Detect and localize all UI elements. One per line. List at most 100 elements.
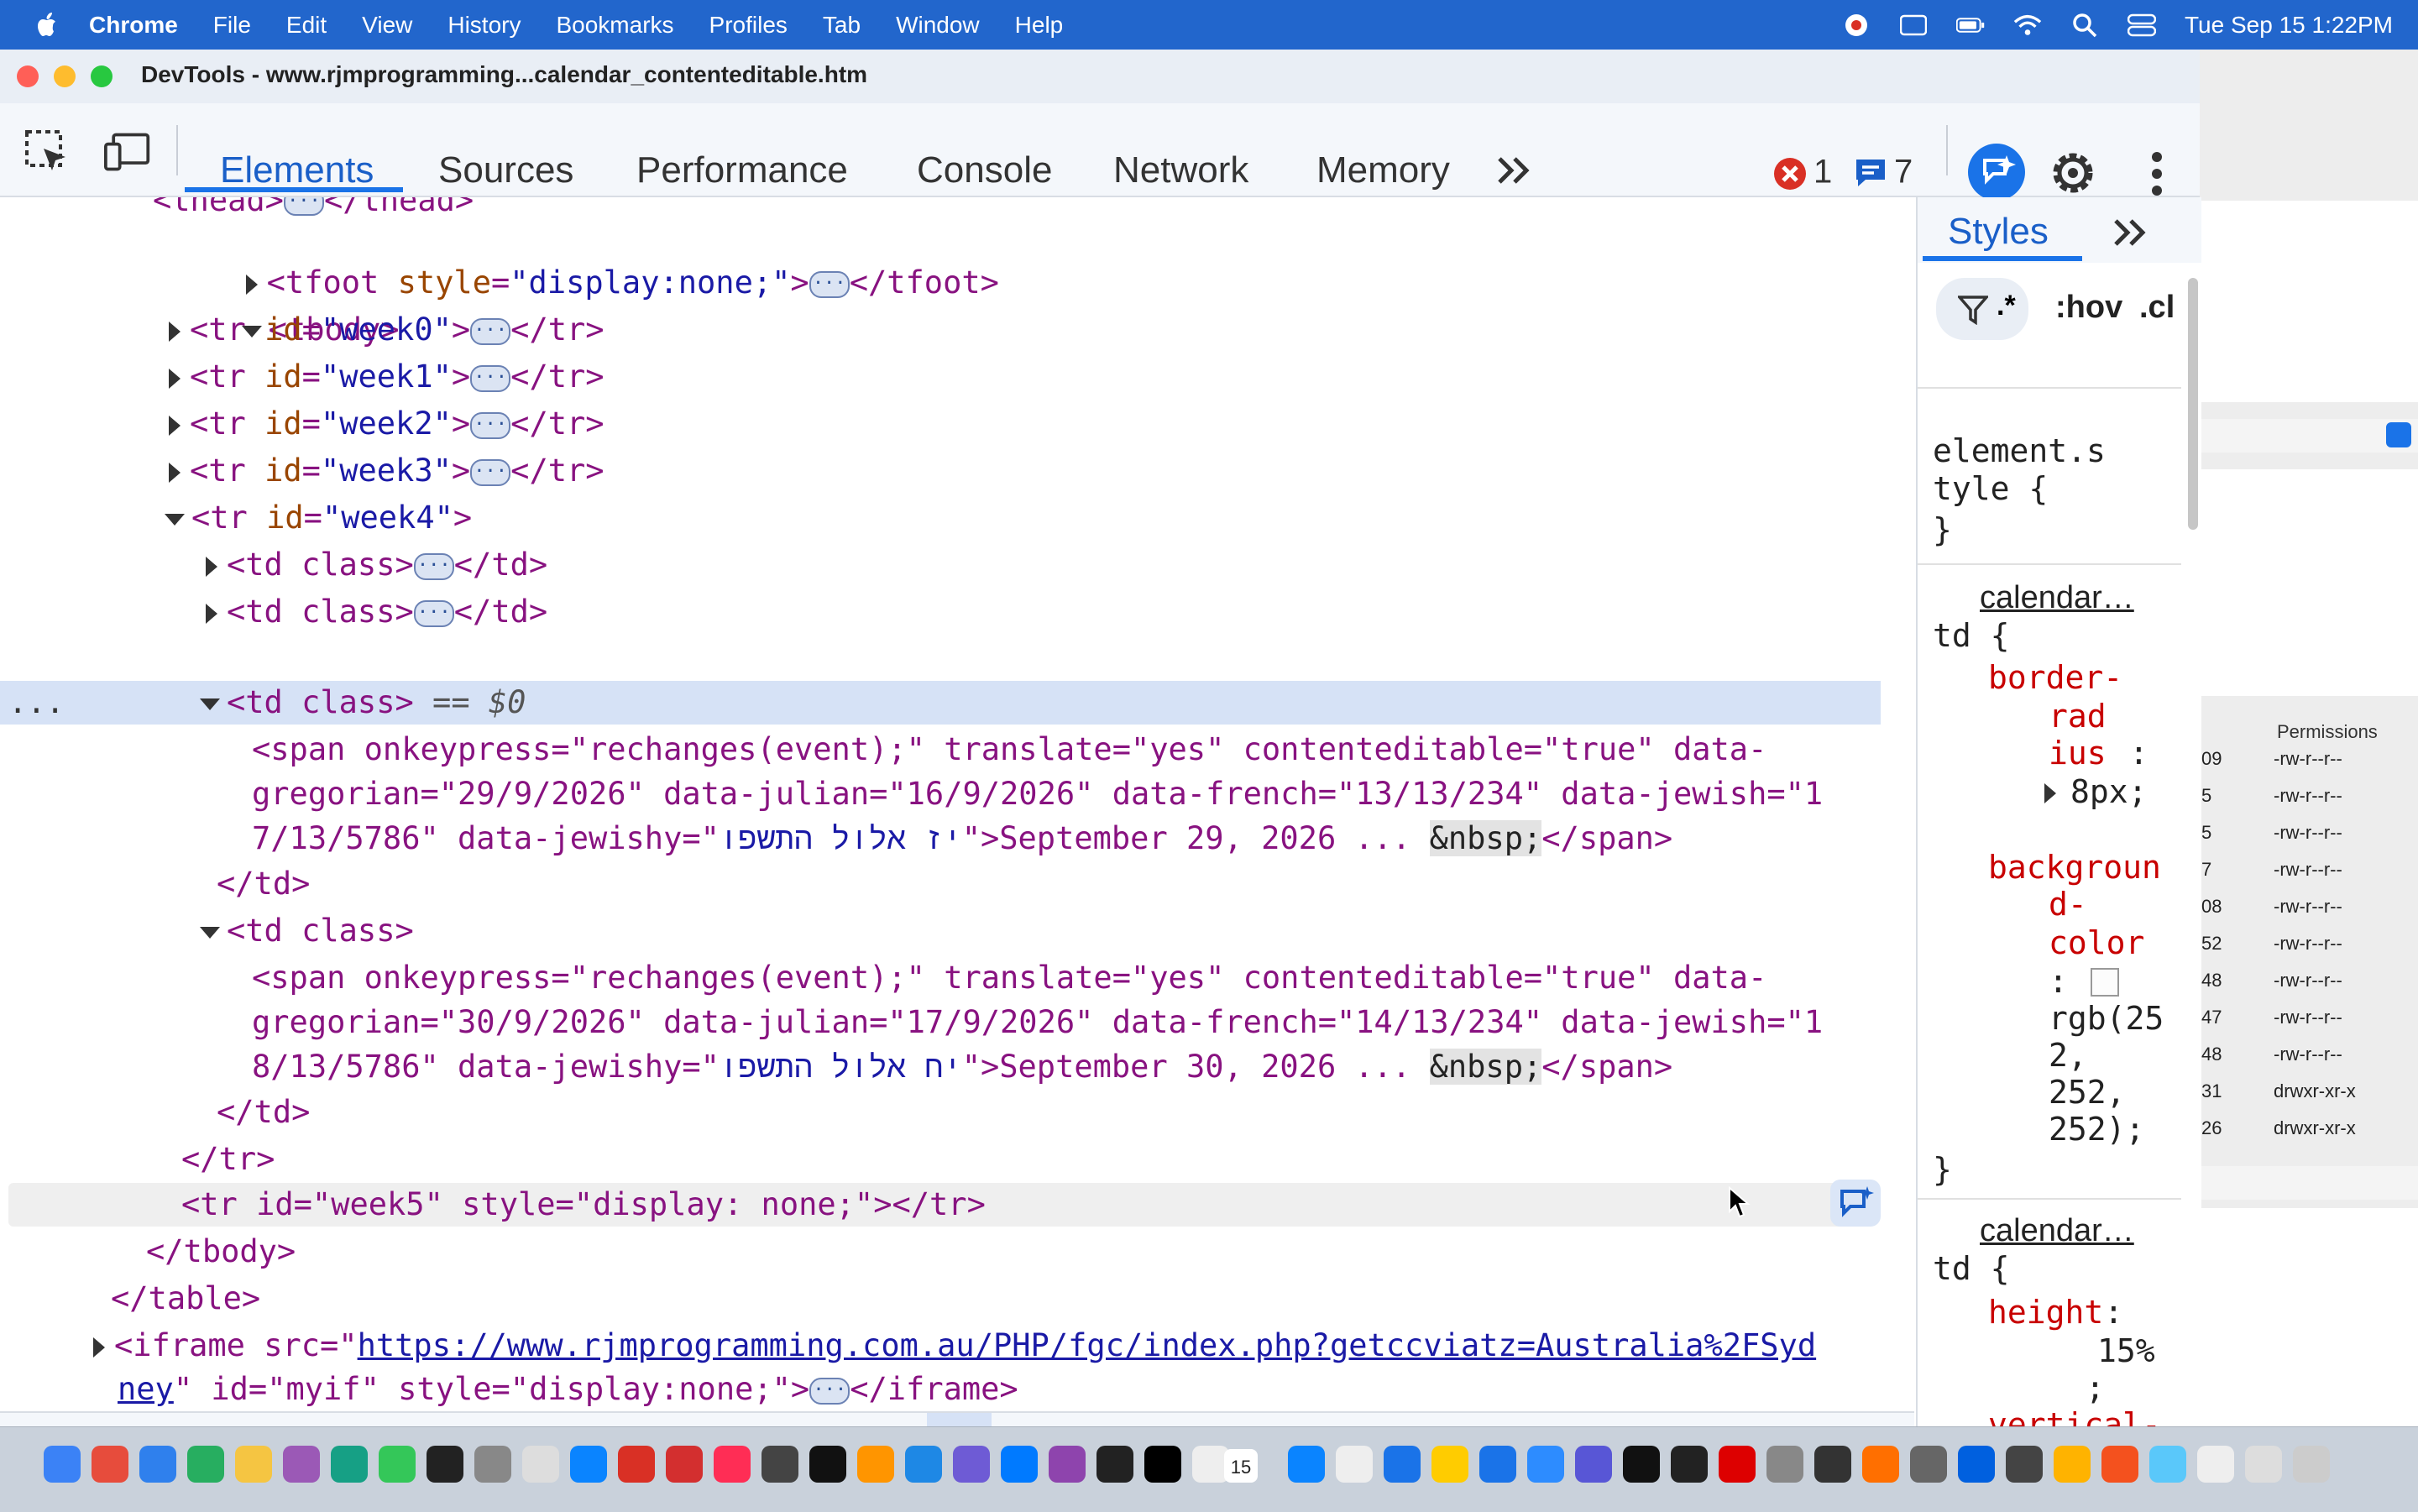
menu-app-chrome[interactable]: Chrome	[89, 12, 178, 39]
ask-ai-floating-icon[interactable]	[1830, 1180, 1881, 1227]
dock-app-icon[interactable]	[2054, 1446, 2091, 1483]
tab-memory[interactable]: Memory	[1316, 149, 1450, 191]
dock-app-icon[interactable]	[1431, 1446, 1468, 1483]
permissions-row[interactable]: 48 -rw-r--r--	[2200, 970, 2418, 1007]
node-actions-dots[interactable]: ...	[8, 679, 65, 726]
tree-line-week4[interactable]: <tr id="week4">	[163, 494, 472, 541]
dock-app-icon[interactable]	[1623, 1446, 1660, 1483]
more-panes-chevron-icon[interactable]	[2111, 216, 2151, 249]
ai-assistance-icon[interactable]	[1968, 144, 2025, 201]
spotlight-search-icon[interactable]	[2070, 13, 2099, 38]
dropdown-chevron-icon[interactable]	[2386, 422, 2411, 447]
prop-border-radius[interactable]: rad	[2049, 698, 2107, 735]
tree-line-td-2[interactable]: <td class> ··· </td>	[203, 589, 547, 636]
dock-app-icon[interactable]	[44, 1446, 81, 1483]
dock-app-icon[interactable]	[1958, 1446, 1995, 1483]
dock-app-icon[interactable]	[1096, 1446, 1133, 1483]
dock-app-icon[interactable]	[905, 1446, 942, 1483]
collapsed-ellipsis[interactable]: ···	[470, 411, 511, 439]
dock-app-icon[interactable]	[474, 1446, 511, 1483]
value-background-color[interactable]: rgb(25	[2049, 1000, 2164, 1037]
expand-triangle-icon[interactable]	[166, 461, 183, 484]
element-style-selector[interactable]: element.s	[1933, 432, 2106, 469]
dock-app-icon[interactable]	[2245, 1446, 2282, 1483]
dock-app-icon[interactable]	[235, 1446, 272, 1483]
collapsed-ellipsis[interactable]: ···	[470, 458, 511, 486]
tab-network[interactable]: Network	[1113, 149, 1248, 191]
rule2-source-link[interactable]: calendar…	[1980, 1213, 2134, 1249]
error-count[interactable]: 1	[1814, 154, 1832, 191]
tree-line-tbody-close[interactable]: </tbody>	[146, 1228, 296, 1275]
element-style-selector[interactable]: tyle {	[1933, 470, 2048, 507]
dock-app-icon[interactable]	[809, 1446, 846, 1483]
dock-app-icon[interactable]	[283, 1446, 320, 1483]
tree-line-tbody[interactable]: <tbody>	[128, 259, 400, 348]
permissions-row[interactable]: 52 -rw-r--r--	[2200, 933, 2418, 970]
dock-app-icon[interactable]	[1336, 1446, 1373, 1483]
dock-app-icon[interactable]	[1719, 1446, 1756, 1483]
dock-app-icon[interactable]	[92, 1446, 128, 1483]
value-background-color[interactable]: 252);	[2049, 1111, 2144, 1148]
dock-app-icon[interactable]	[2293, 1446, 2330, 1483]
dock-app-icon[interactable]	[522, 1446, 559, 1483]
dock-app-icon[interactable]	[1288, 1446, 1325, 1483]
collapsed-ellipsis[interactable]: ···	[413, 552, 454, 580]
wifi-icon[interactable]	[2013, 13, 2042, 38]
dock-app-icon[interactable]	[1479, 1446, 1516, 1483]
dock-app-icon[interactable]	[1144, 1446, 1181, 1483]
permissions-row[interactable]: 09 -rw-r--r--	[2200, 748, 2418, 785]
dock-app-icon[interactable]	[1049, 1446, 1086, 1483]
dock-app-icon[interactable]	[666, 1446, 703, 1483]
prop-background-color[interactable]: color	[2049, 924, 2144, 961]
keyboard-icon[interactable]	[1899, 13, 1928, 38]
expand-triangle-icon[interactable]	[2042, 782, 2059, 805]
messages-icon[interactable]	[1854, 157, 1887, 189]
dock-app-icon[interactable]	[2006, 1446, 2043, 1483]
menu-history[interactable]: History	[447, 12, 521, 39]
dock-app-icon[interactable]	[187, 1446, 224, 1483]
menu-edit[interactable]: Edit	[286, 12, 327, 39]
tree-line-td-close[interactable]: </td>	[217, 861, 310, 908]
dock-app-icon[interactable]	[1766, 1446, 1803, 1483]
collapsed-ellipsis[interactable]: ···	[809, 1377, 850, 1405]
permissions-row[interactable]: 5 -rw-r--r--	[2200, 822, 2418, 859]
rule2-selector[interactable]: td {	[1933, 1250, 2010, 1287]
permissions-row[interactable]: 48 -rw-r--r--	[2200, 1044, 2418, 1080]
close-window-button[interactable]	[17, 65, 39, 87]
dock-app-icon[interactable]	[1814, 1446, 1851, 1483]
device-toolbar-icon[interactable]	[104, 128, 151, 175]
tree-line-span2-part1[interactable]: <span onkeypress="rechanges(event);" tra…	[252, 955, 1766, 1002]
expand-triangle-icon[interactable]	[166, 414, 183, 437]
tree-line-iframe[interactable]: <iframe src="https://www.rjmprogramming.…	[91, 1322, 1816, 1369]
rule1-source-link[interactable]: calendar…	[1980, 580, 2134, 616]
value-background-color[interactable]: 252,	[2049, 1074, 2126, 1111]
dock-app-icon[interactable]	[1527, 1446, 1564, 1483]
collapse-triangle-icon[interactable]	[198, 696, 222, 713]
expand-triangle-icon[interactable]	[203, 602, 220, 625]
dock-app-icon[interactable]	[1862, 1446, 1899, 1483]
iframe-src-link[interactable]: https://www.rjmprogramming.com.au/PHP/fg…	[358, 1327, 1817, 1363]
permissions-row[interactable]: 47 -rw-r--r--	[2200, 1007, 2418, 1044]
menu-clock[interactable]: Tue Sep 15 1:22PM	[2185, 12, 2393, 39]
dock-app-icon[interactable]	[1384, 1446, 1421, 1483]
permissions-row[interactable]: 08 -rw-r--r--	[2200, 896, 2418, 933]
tree-line-week2[interactable]: <tr id="week2"> ··· </tr>	[166, 400, 604, 447]
expand-triangle-icon[interactable]	[166, 367, 183, 390]
permissions-row[interactable]: 26 drwxr-xr-x	[2200, 1117, 2418, 1154]
tree-line-iframe-2[interactable]: ney" id="myif" style="display:none;"> ···…	[118, 1366, 1018, 1411]
prop-border-radius[interactable]: border-	[1988, 659, 2122, 696]
minimize-window-button[interactable]	[54, 65, 76, 87]
menu-view[interactable]: View	[362, 12, 412, 39]
elements-tree[interactable]: <thead> ··· </thead> <tfoot style="display…	[0, 197, 1881, 1411]
tree-line-tr-close[interactable]: </tr>	[181, 1136, 275, 1183]
apple-menu-icon[interactable]	[30, 8, 64, 42]
dock-app-icon[interactable]	[953, 1446, 990, 1483]
menu-tab[interactable]: Tab	[823, 12, 861, 39]
dock-app-icon[interactable]	[139, 1446, 176, 1483]
rule1-selector[interactable]: td {	[1933, 617, 2010, 654]
tree-line-td-close-2[interactable]: </td>	[217, 1089, 310, 1136]
dock-app-icon[interactable]	[331, 1446, 368, 1483]
tree-line-span1-part1[interactable]: <span onkeypress="rechanges(event);" tra…	[252, 726, 1766, 773]
dock-app-icon[interactable]	[762, 1446, 798, 1483]
expand-triangle-icon[interactable]	[203, 555, 220, 578]
